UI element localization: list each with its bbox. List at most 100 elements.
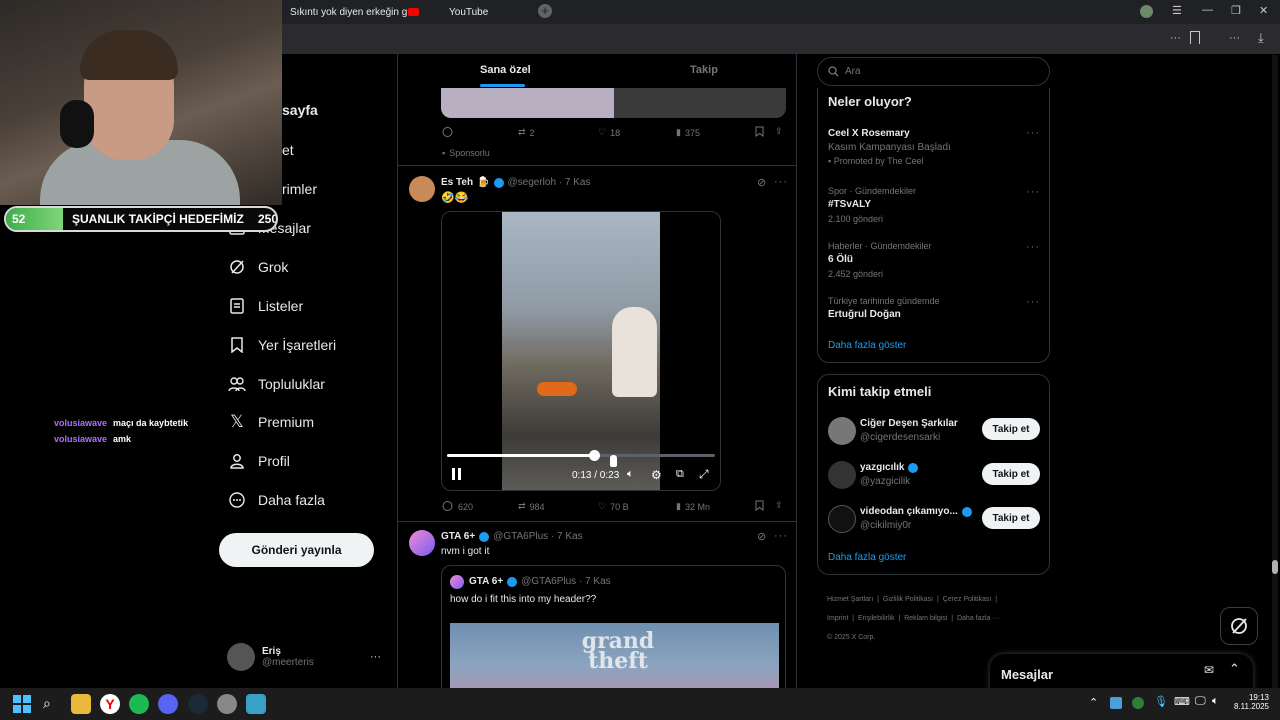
grok-fab[interactable] (1220, 607, 1258, 645)
author-name[interactable]: Es Teh (441, 177, 473, 188)
app-icon[interactable] (217, 694, 237, 714)
new-message-icon[interactable]: ✉ (1204, 663, 1214, 677)
extensions-icon[interactable]: ··· (1229, 32, 1240, 44)
nav-more[interactable]: Daha fazla (228, 488, 325, 512)
scrollbar-thumb[interactable] (1272, 560, 1278, 574)
bookmark-button[interactable] (755, 500, 769, 511)
nav-explore-label[interactable]: et (282, 142, 294, 158)
account-switcher[interactable]: Eriş @meerteris (227, 643, 314, 671)
nav-grok[interactable]: Grok (228, 255, 288, 279)
share-button[interactable]: ⇪ (775, 500, 783, 511)
follow-button[interactable]: Takip et (982, 463, 1040, 485)
follow-button[interactable]: Takip et (982, 507, 1040, 529)
trend-more-icon[interactable]: ··· (1026, 296, 1040, 308)
notepad-icon[interactable] (246, 694, 266, 714)
network-icon[interactable]: 🖵︎ (1195, 695, 1206, 708)
volume-icon[interactable]: 🔈︎ (1212, 695, 1219, 708)
tab-for-you[interactable]: Sana özel (480, 64, 531, 76)
footer-link[interactable]: Reklam bilgisi (904, 615, 947, 622)
share-button[interactable]: ⇪ (775, 126, 783, 137)
nav-profile[interactable]: Profil (228, 449, 290, 473)
bookmark-icon[interactable] (1190, 31, 1200, 44)
fullscreen-icon[interactable]: ⤢ (699, 467, 709, 482)
tray-app-icon[interactable] (1110, 697, 1122, 709)
follow-button[interactable]: Takip et (982, 418, 1040, 440)
reply-button[interactable] (442, 127, 458, 138)
minimize-icon[interactable]: — (1202, 4, 1213, 16)
tray-app-icon[interactable] (1132, 697, 1144, 709)
profile-icon[interactable] (1140, 5, 1153, 18)
keyboard-icon[interactable]: ⌨ (1174, 695, 1190, 708)
menu-icon[interactable]: ☰ (1172, 4, 1182, 17)
pip-icon[interactable]: ⧉ (676, 468, 684, 481)
download-icon[interactable]: ⤓ (1258, 30, 1264, 46)
avatar[interactable] (409, 176, 435, 202)
author-name[interactable]: GTA 6+ (441, 531, 475, 542)
more-icon[interactable]: ··· (1170, 32, 1181, 44)
tray-expand-icon[interactable]: ⌃ (1089, 696, 1098, 709)
nav-lists[interactable]: Listeler (228, 294, 303, 318)
avatar[interactable] (828, 505, 856, 533)
grok-icon[interactable]: ⊘ (757, 530, 766, 543)
account-more-icon[interactable]: ··· (370, 651, 381, 663)
microphone-icon[interactable]: 🎙︎ (1154, 695, 1168, 708)
video-progress-track[interactable] (447, 450, 715, 461)
volume-icon[interactable]: 🔈︎ (627, 468, 634, 481)
discord-icon[interactable] (158, 694, 178, 714)
avatar[interactable] (409, 530, 435, 556)
suggestion[interactable]: Ciğer Deşen Şarkılar @cigerdesensarki (860, 418, 958, 443)
file-explorer-icon[interactable] (71, 694, 91, 714)
nav-premium[interactable]: 𝕏 Premium (228, 410, 314, 434)
new-tab-button[interactable]: + (538, 4, 552, 18)
repost-button[interactable]: ⇄ 984 (518, 501, 545, 512)
repost-button[interactable]: ⇄ 2 (518, 127, 535, 138)
like-button[interactable]: ♡ 18 (598, 127, 620, 138)
windows-start-icon[interactable] (12, 694, 32, 714)
yandex-browser-icon[interactable]: Y (100, 694, 120, 714)
quoted-post[interactable]: GTA 6+ @GTA6Plus · 7 Kas how do i fit th… (441, 565, 786, 688)
footer-link[interactable]: Imprint (827, 615, 848, 622)
browser-tab-youtube[interactable]: YouTube (449, 0, 488, 24)
avatar[interactable] (828, 461, 856, 489)
settings-icon[interactable]: ⚙ (651, 468, 662, 482)
pause-icon[interactable] (452, 468, 463, 480)
footer-link[interactable]: Gizlilik Politikası (883, 596, 933, 603)
clock[interactable]: 19:13 8.11.2025 (1233, 693, 1269, 711)
video-player[interactable]: 0:13 / 0:23 🔈︎ ⚙ ⧉ ⤢ (441, 211, 721, 491)
footer-link[interactable]: Çerez Politikası (943, 596, 992, 603)
bookmark-button[interactable] (755, 126, 769, 137)
nav-home-label[interactable]: sayfa (282, 102, 318, 118)
restore-icon[interactable]: ❐ (1231, 4, 1241, 17)
browser-tab-1[interactable]: Sıkıntı yok diyen erkeğin g (290, 0, 407, 24)
grok-icon[interactable]: ⊘ (757, 176, 766, 189)
footer-link[interactable]: Daha fazla ··· (957, 615, 999, 622)
tab-following[interactable]: Takip (690, 64, 718, 76)
close-icon[interactable]: ✕ (1259, 4, 1268, 17)
like-button[interactable]: ♡ 70 B (598, 501, 629, 512)
trend-more-icon[interactable]: ··· (1026, 186, 1040, 198)
views-button[interactable]: ▮ 32 Mn (676, 501, 710, 512)
reply-button[interactable]: 620 (442, 501, 473, 512)
trend-more-icon[interactable]: ··· (1026, 241, 1040, 253)
trend-item[interactable]: Ceel X Rosemary Kasım Kampanyası Başladı… (828, 128, 1043, 166)
trend-more-icon[interactable]: ··· (1026, 127, 1040, 139)
trend-item[interactable]: Spor · Gündemdekiler #TSvALY 2.100 gönde… (828, 186, 916, 224)
trend-item[interactable]: Türkiye tarihinde gündemde Ertuğrul Doğa… (828, 296, 940, 320)
show-more-link[interactable]: Daha fazla göster (828, 552, 906, 563)
nav-communities[interactable]: Topluluklar (228, 372, 325, 396)
trend-item[interactable]: Haberler · Gündemdekiler 6 Ölü 2.452 gön… (828, 241, 932, 279)
footer-link[interactable]: Erişilebilirlik (858, 615, 895, 622)
footer-link[interactable]: Hizmet Şartları (827, 596, 873, 603)
suggestion[interactable]: yazgıcılık @yazgicilik (860, 462, 919, 487)
post-button[interactable]: Gönderi yayınla (219, 533, 374, 567)
avatar[interactable] (828, 417, 856, 445)
steam-icon[interactable] (188, 694, 208, 714)
suggestion[interactable]: videodan çıkamıyo... @cikilmiy0r (860, 506, 972, 531)
post-more-icon[interactable]: ··· (774, 176, 788, 188)
views-button[interactable]: ▮ 375 (676, 127, 700, 138)
post-media[interactable] (441, 88, 786, 118)
search-icon[interactable]: ⌕ (43, 695, 51, 712)
nav-notifications-label[interactable]: rimler (282, 181, 317, 197)
spotify-icon[interactable] (129, 694, 149, 714)
expand-icon[interactable]: ⌃ (1229, 661, 1240, 677)
